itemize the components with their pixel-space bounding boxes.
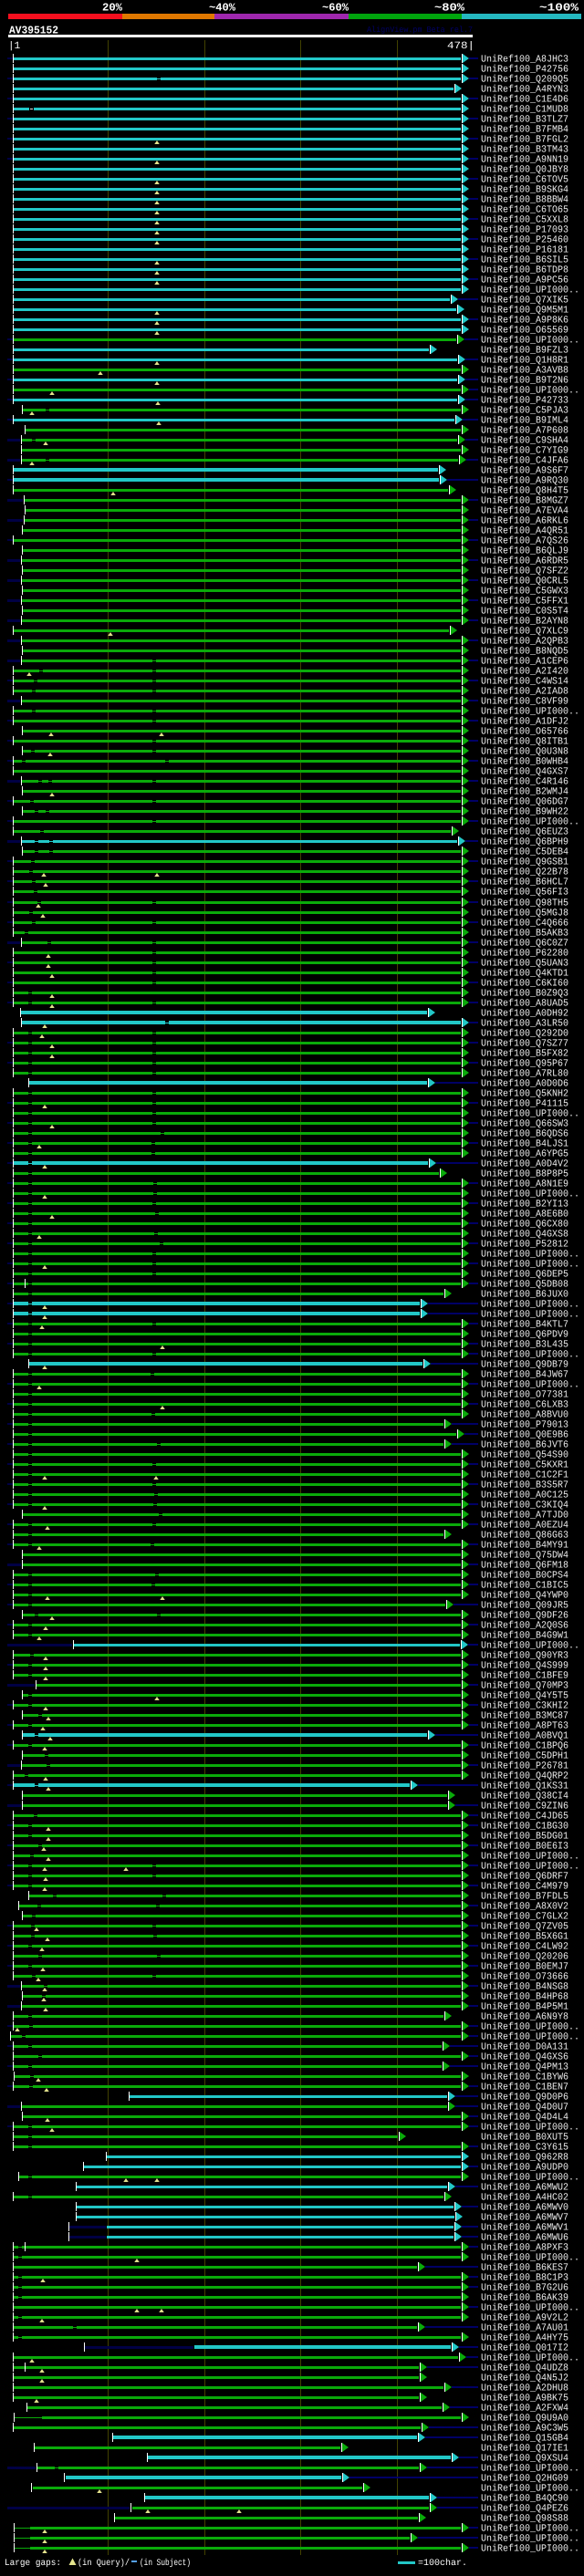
svg-text:UniRef100_UPI000..: UniRef100_UPI000.. xyxy=(481,2544,579,2555)
svg-text:~100%: ~100% xyxy=(539,2,579,15)
svg-text:~80%: ~80% xyxy=(434,2,465,15)
svg-text:(in Query)/: (in Query)/ xyxy=(78,2558,130,2569)
svg-text:AlignView.pm Beta rel.7: AlignView.pm Beta rel.7 xyxy=(367,26,473,35)
svg-text:20%: 20% xyxy=(102,2,123,15)
svg-text:Large gaps:: Large gaps: xyxy=(5,2559,61,2569)
svg-text:~40%: ~40% xyxy=(209,2,236,15)
svg-text:UniRef100_Q56FI3: UniRef100_Q56FI3 xyxy=(481,888,568,898)
svg-text:478|: 478| xyxy=(447,41,474,52)
svg-text:|1: |1 xyxy=(8,41,21,52)
svg-text:~60%: ~60% xyxy=(322,2,349,15)
svg-text:=100char.: =100char. xyxy=(418,2558,467,2569)
svg-text:(in Subject): (in Subject) xyxy=(140,2558,191,2569)
